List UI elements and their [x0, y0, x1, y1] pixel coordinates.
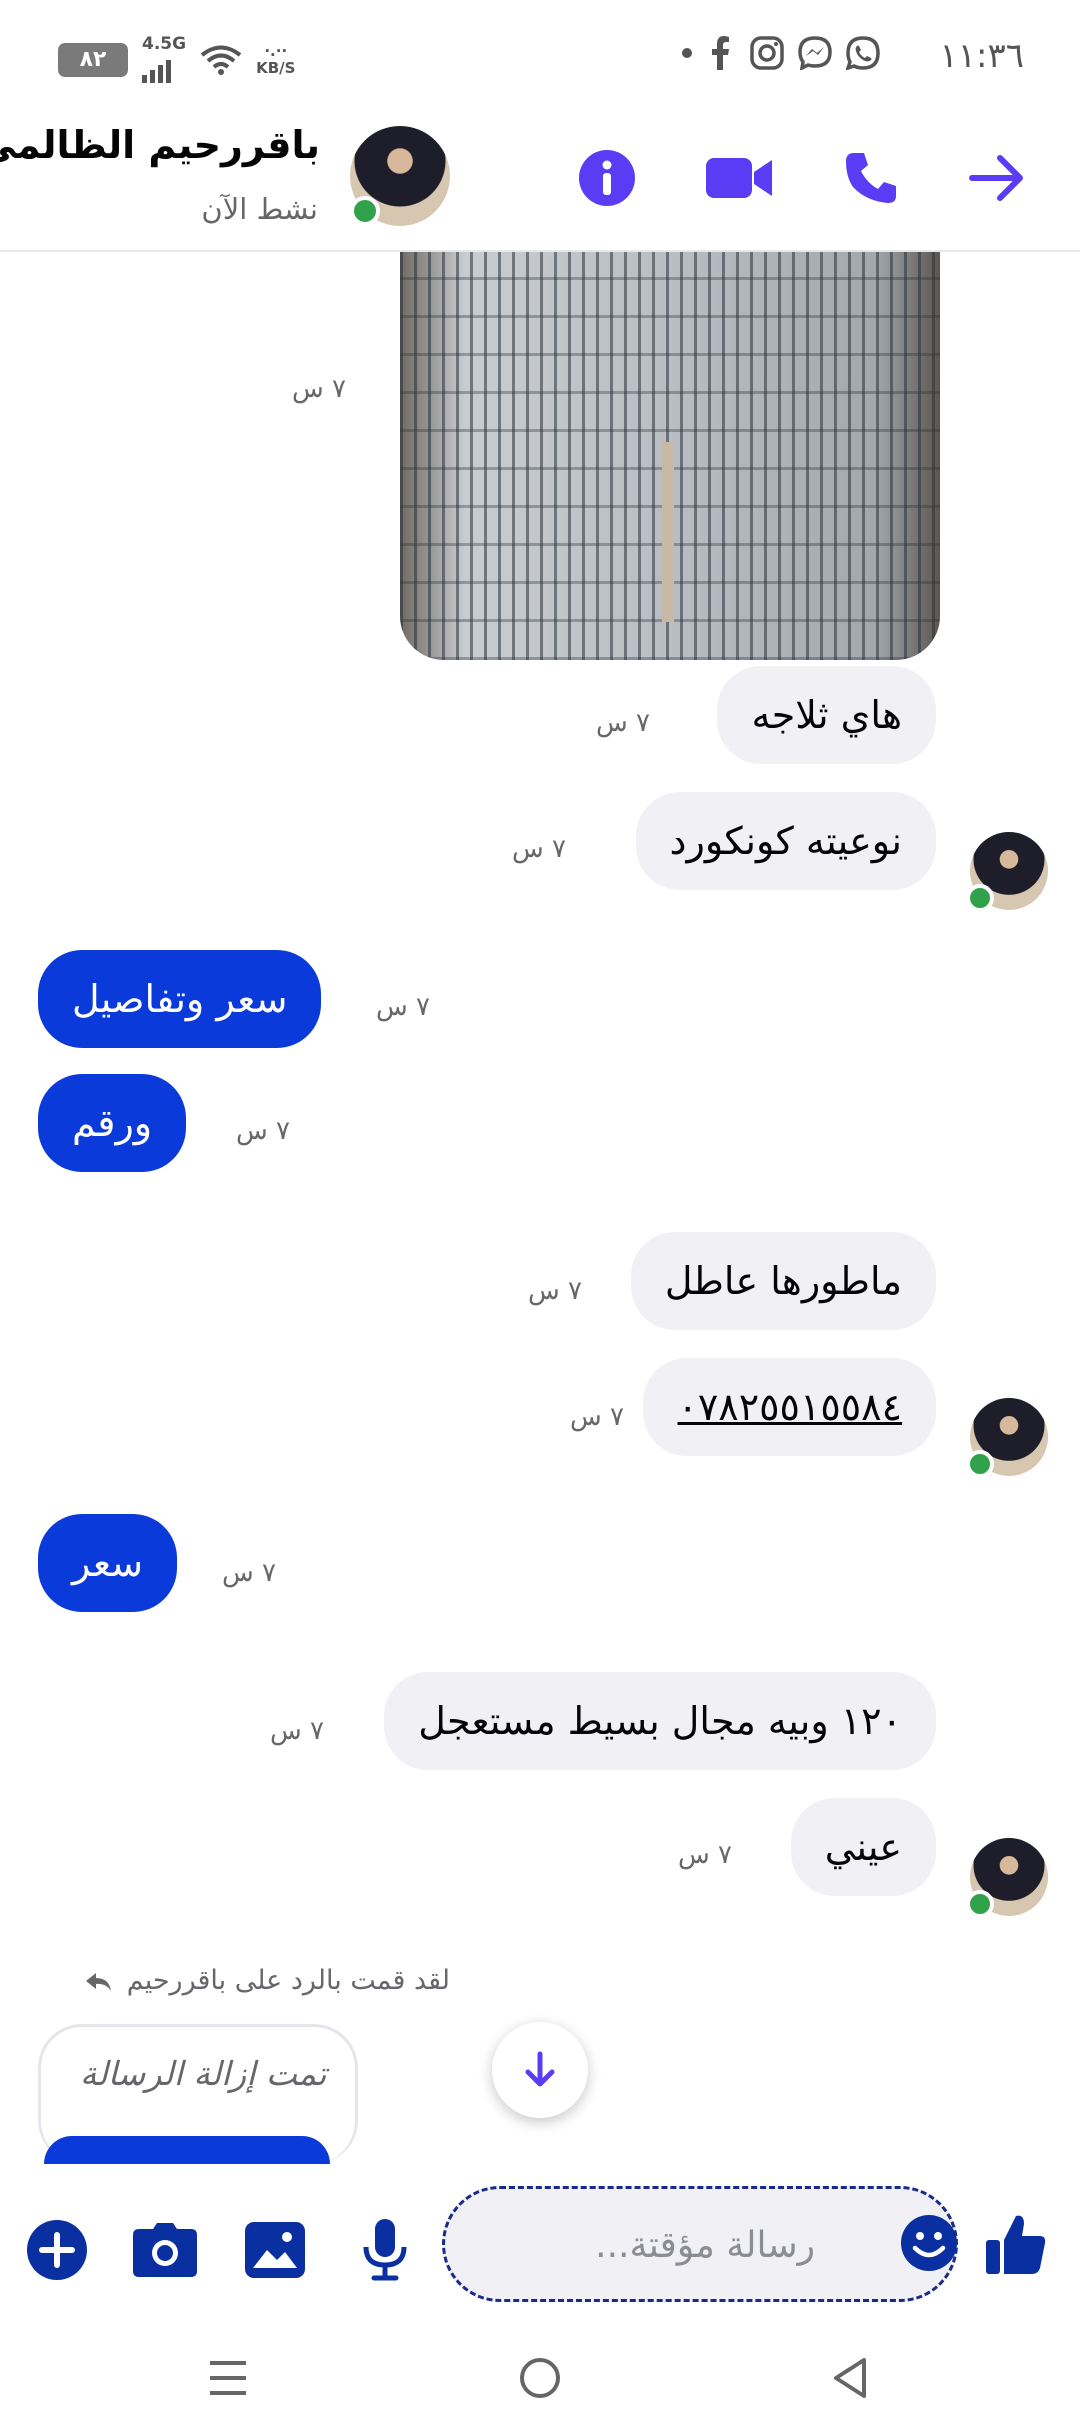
outgoing-message[interactable]: ورقم: [38, 1074, 187, 1172]
message-time: ٧ س: [222, 1558, 276, 1588]
video-camera-icon: [706, 158, 772, 198]
instagram-icon: [750, 36, 784, 70]
removed-message-text: تمت إزالة الرسالة: [80, 2054, 327, 2093]
message-time: ٧ س: [528, 1276, 582, 1306]
clock: ١١:٣٦: [939, 36, 1024, 76]
incoming-message[interactable]: ماطورها عاطل: [630, 1232, 936, 1330]
system-indicators: ٨٢ 4.5G ·.·· KB/S: [58, 36, 295, 83]
back-nav-button[interactable]: [820, 2348, 880, 2408]
messenger-icon: [798, 36, 832, 70]
more-notifications-dot: [682, 48, 692, 58]
message-time: ٧ س: [270, 1716, 324, 1746]
battery-indicator: ٨٢: [58, 42, 128, 77]
recent-apps-button[interactable]: [198, 2348, 258, 2408]
thumbs-up-icon: [986, 2215, 1046, 2274]
more-actions-button[interactable]: [22, 2215, 92, 2285]
voice-message-button[interactable]: [350, 2215, 420, 2285]
photo-detail: [662, 442, 674, 622]
contact-name[interactable]: باقررحيم الظالمي: [0, 123, 320, 167]
active-status: نشط الآن: [201, 192, 318, 226]
message-time: ٧ س: [376, 992, 430, 1022]
facebook-icon: [712, 36, 729, 70]
network-type: 4.5G: [142, 34, 187, 54]
phone-number-message[interactable]: ٠٧٨٢٥٥١٥٥٨٤: [643, 1358, 936, 1456]
whatsapp-icon: [846, 36, 880, 70]
outgoing-message[interactable]: سعر وتفاصيل: [38, 950, 322, 1048]
message-time: ٧ س: [596, 708, 650, 738]
message-time: ٧ س: [236, 1116, 290, 1146]
notification-icons: [682, 36, 880, 70]
phone-icon: [846, 153, 896, 203]
photo-attachment[interactable]: [400, 252, 940, 660]
conversation-header: باقررحيم الظالمي نشط الآن: [0, 115, 1080, 252]
voice-call-button[interactable]: [838, 145, 904, 211]
conversation-info-button[interactable]: [574, 145, 640, 211]
scroll-to-bottom-button[interactable]: [492, 2022, 588, 2118]
video-call-button[interactable]: [704, 145, 774, 211]
signal-bars-icon: [142, 53, 186, 83]
online-indicator: [966, 884, 994, 912]
back-triangle-icon: [834, 2358, 866, 2398]
network-speed-value: ·.··: [264, 41, 288, 60]
incoming-message[interactable]: عيني: [790, 1798, 936, 1896]
camera-button[interactable]: [130, 2215, 200, 2285]
incoming-message[interactable]: نوعيته كونكورد: [635, 792, 936, 890]
message-time: ٧ س: [570, 1402, 624, 1432]
home-circle-icon: [520, 2358, 560, 2398]
online-indicator: [350, 196, 380, 226]
reply-arrow-icon: [86, 1972, 112, 1991]
plus-icon: [27, 2220, 87, 2280]
cell-signal: 4.5G: [142, 36, 186, 83]
message-input[interactable]: [485, 2219, 815, 2271]
like-button[interactable]: [986, 2212, 1046, 2276]
menu-lines-icon: [210, 2361, 246, 2395]
gallery-button[interactable]: [240, 2215, 310, 2285]
info-icon: [579, 150, 635, 206]
outgoing-message[interactable]: سعر: [38, 1514, 178, 1612]
home-button[interactable]: [510, 2348, 570, 2408]
camera-icon: [133, 2223, 197, 2277]
message-input-container[interactable]: [442, 2186, 958, 2302]
image-icon: [245, 2222, 305, 2278]
system-navigation-bar: [0, 2320, 1080, 2436]
wifi-icon: [200, 45, 242, 75]
reply-bubble[interactable]: [44, 2136, 330, 2164]
network-speed-unit: KB/S: [256, 58, 296, 77]
arrow-down-icon: [525, 2051, 555, 2087]
message-time: ٧ س: [292, 374, 346, 404]
arrow-right-icon: [969, 155, 1023, 201]
message-time: ٧ س: [512, 834, 566, 864]
online-indicator: [966, 1450, 994, 1478]
incoming-message[interactable]: هاي ثلاجه: [717, 666, 936, 764]
emoji-icon[interactable]: [900, 2214, 958, 2272]
back-button[interactable]: [964, 145, 1030, 211]
message-time: ٧ س: [678, 1840, 732, 1870]
status-bar: ٨٢ 4.5G ·.·· KB/S ١١:٣٦: [0, 0, 1080, 115]
microphone-icon: [363, 2219, 407, 2281]
reply-note-text: لقد قمت بالرد على باقررحيم: [126, 1965, 450, 1996]
incoming-message[interactable]: ١٢٠ وبيه مجال بسيط مستعجل: [384, 1672, 936, 1770]
reply-note: لقد قمت بالرد على باقررحيم: [84, 1965, 450, 1996]
online-indicator: [966, 1890, 994, 1918]
network-speed: ·.·· KB/S: [256, 41, 296, 77]
